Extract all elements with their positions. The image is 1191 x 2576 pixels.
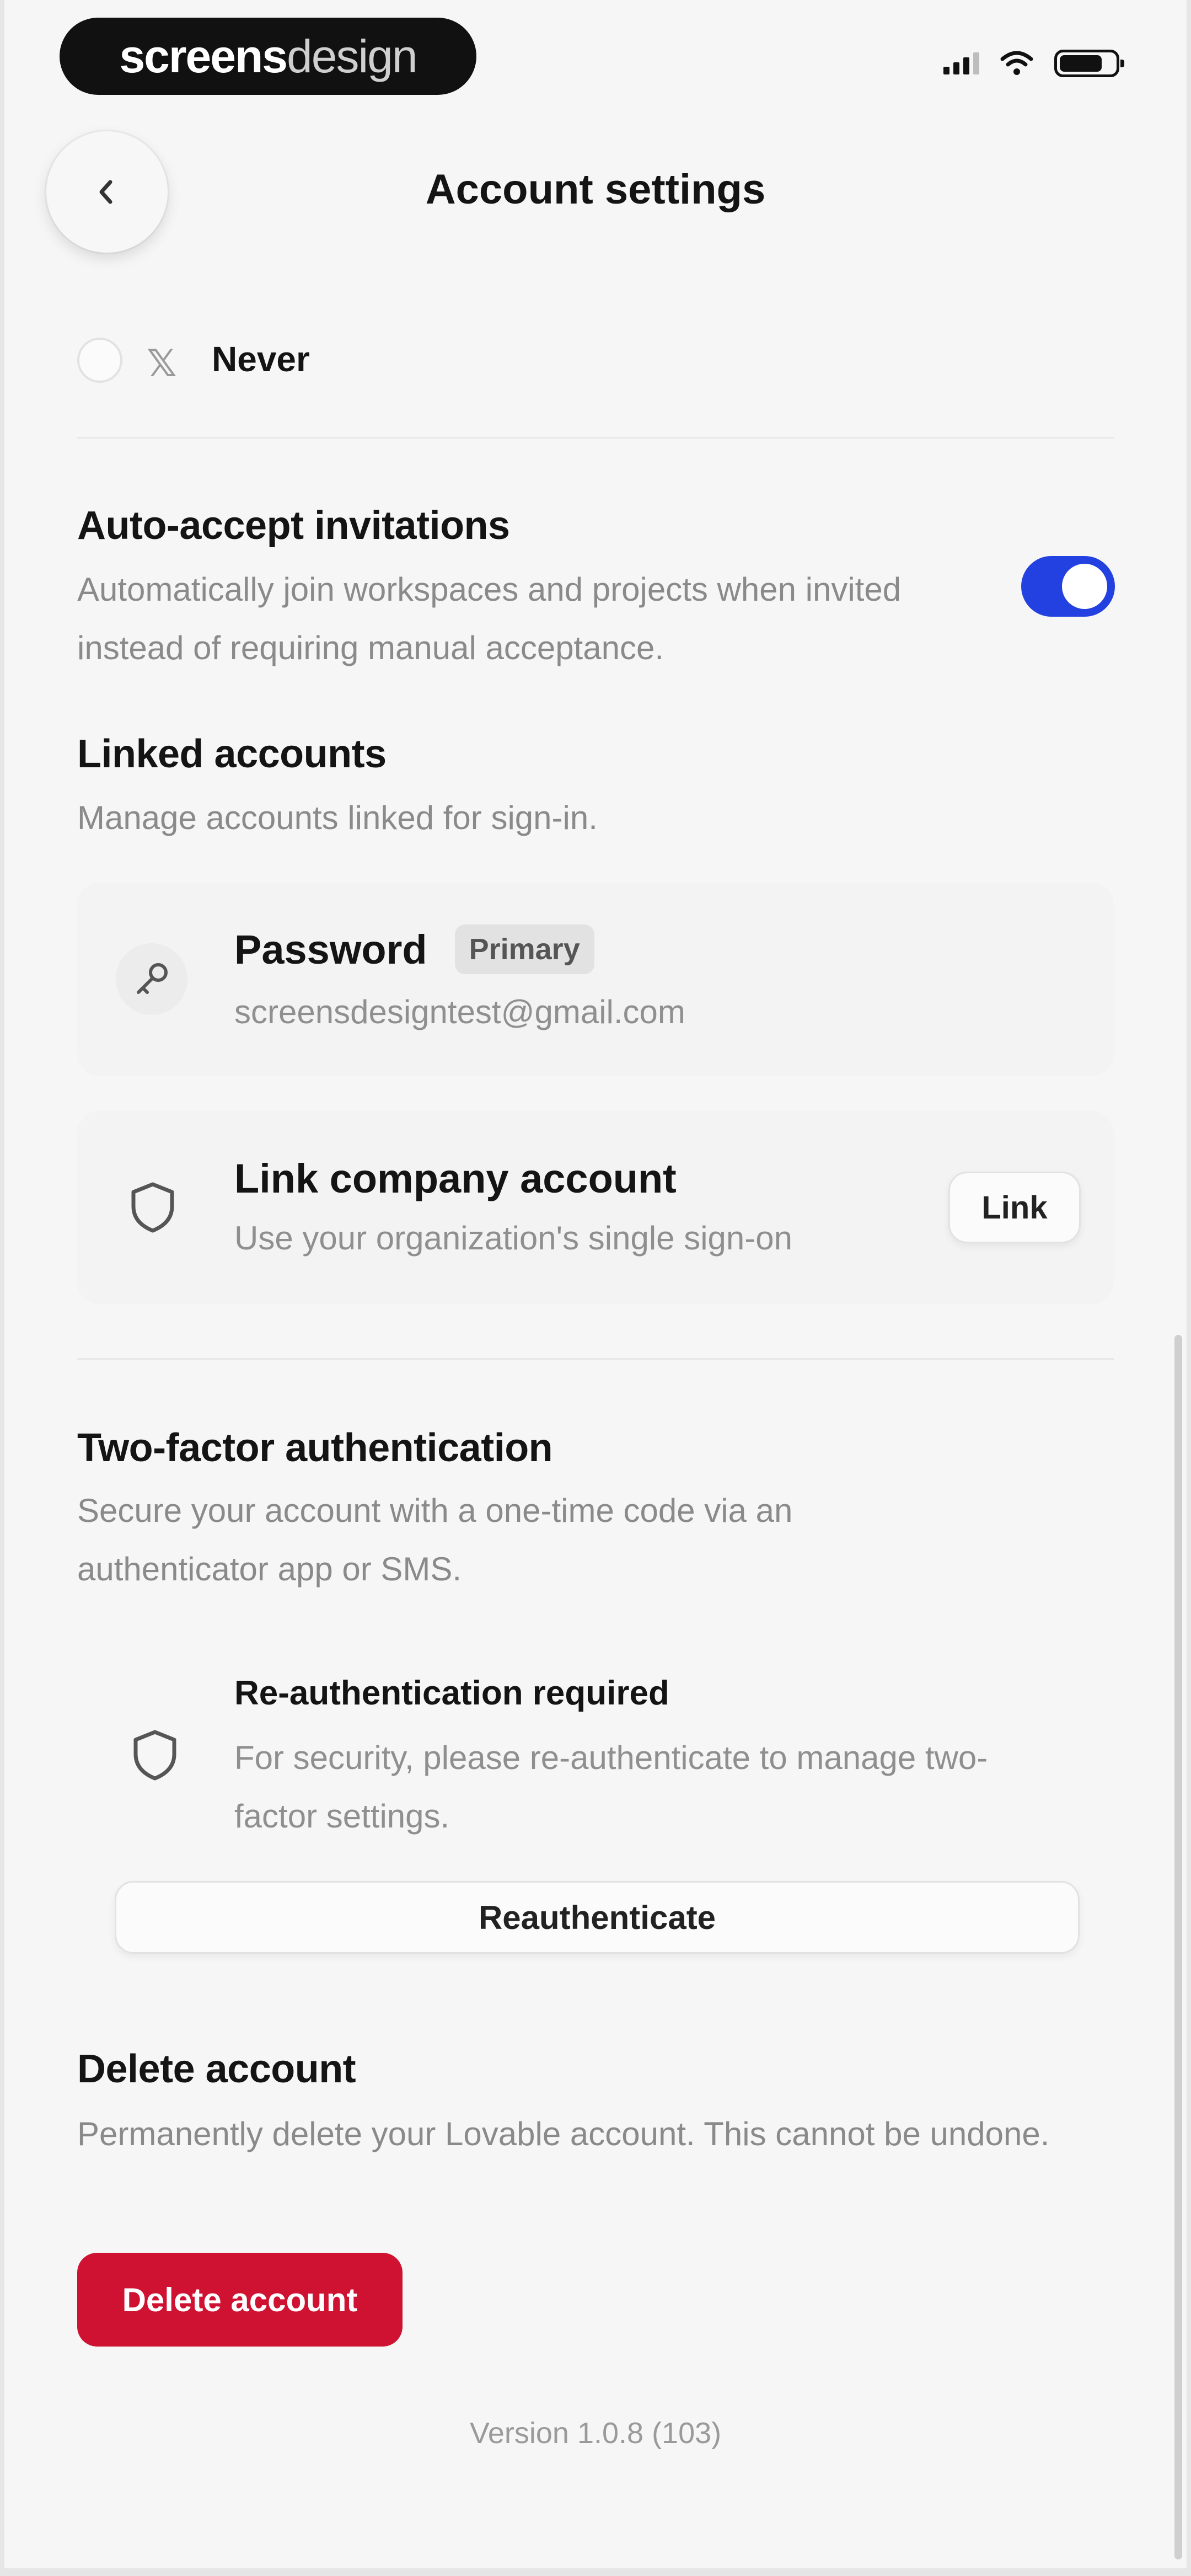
- never-radio[interactable]: [77, 338, 122, 383]
- brand-light: design: [287, 30, 418, 82]
- linked-accounts-description: Manage accounts linked for sign-in.: [77, 799, 598, 836]
- toggle-knob: [1062, 564, 1107, 609]
- key-icon: [116, 943, 187, 1015]
- page-title: Account settings: [425, 166, 766, 213]
- company-account-card: Link company account Use your organizati…: [77, 1111, 1114, 1304]
- auto-accept-description: Automatically join workspaces and projec…: [77, 571, 902, 666]
- never-label: Never: [212, 339, 310, 379]
- version-label: Version 1.0.8 (103): [469, 2417, 722, 2450]
- divider: [77, 1358, 1114, 1360]
- linked-accounts-title: Linked accounts: [77, 732, 387, 776]
- scrollbar[interactable]: [1174, 1335, 1182, 2559]
- status-icons: [943, 50, 1124, 77]
- password-title: Password: [234, 926, 427, 972]
- company-account-subtitle: Use your organization's single sign-on: [234, 1220, 793, 1257]
- brand-watermark: screens design: [60, 18, 476, 95]
- frame-right-edge: [1187, 0, 1191, 2576]
- brand-bold: screens: [119, 30, 288, 82]
- password-email: screensdesigntest@gmail.com: [234, 993, 685, 1030]
- auto-accept-toggle[interactable]: [1021, 556, 1115, 617]
- delete-account-button[interactable]: Delete account: [77, 2253, 403, 2347]
- reauth-title: Re-authentication required: [234, 1674, 669, 1712]
- shield-icon: [131, 1182, 174, 1233]
- company-account-title: Link company account: [234, 1156, 677, 1201]
- x-logo-icon: 𝕏: [147, 343, 177, 384]
- cellular-signal-icon: [943, 52, 979, 74]
- battery-icon: [1054, 50, 1124, 77]
- frame-bottom-edge: [0, 2568, 1191, 2576]
- primary-badge: Primary: [454, 924, 594, 974]
- delete-account-description: Permanently delete your Lovable account.…: [77, 2115, 1050, 2152]
- password-heading: Password Primary: [234, 924, 594, 974]
- divider: [77, 437, 1114, 439]
- link-company-button[interactable]: Link: [948, 1172, 1081, 1243]
- two-factor-description: Secure your account with a one-time code…: [77, 1492, 793, 1588]
- two-factor-title: Two-factor authentication: [77, 1426, 553, 1470]
- delete-account-title: Delete account: [77, 2047, 356, 2091]
- reauth-text: For security, please re-authenticate to …: [234, 1739, 988, 1835]
- auto-accept-title: Auto-accept invitations: [77, 504, 510, 548]
- frame-left-edge: [0, 0, 4, 2576]
- wifi-icon: [1000, 51, 1033, 75]
- shield-icon: [133, 1730, 176, 1781]
- password-card: Password Primary screensdesigntest@gmail…: [77, 883, 1114, 1076]
- reauthenticate-button[interactable]: Reauthenticate: [115, 1881, 1080, 1954]
